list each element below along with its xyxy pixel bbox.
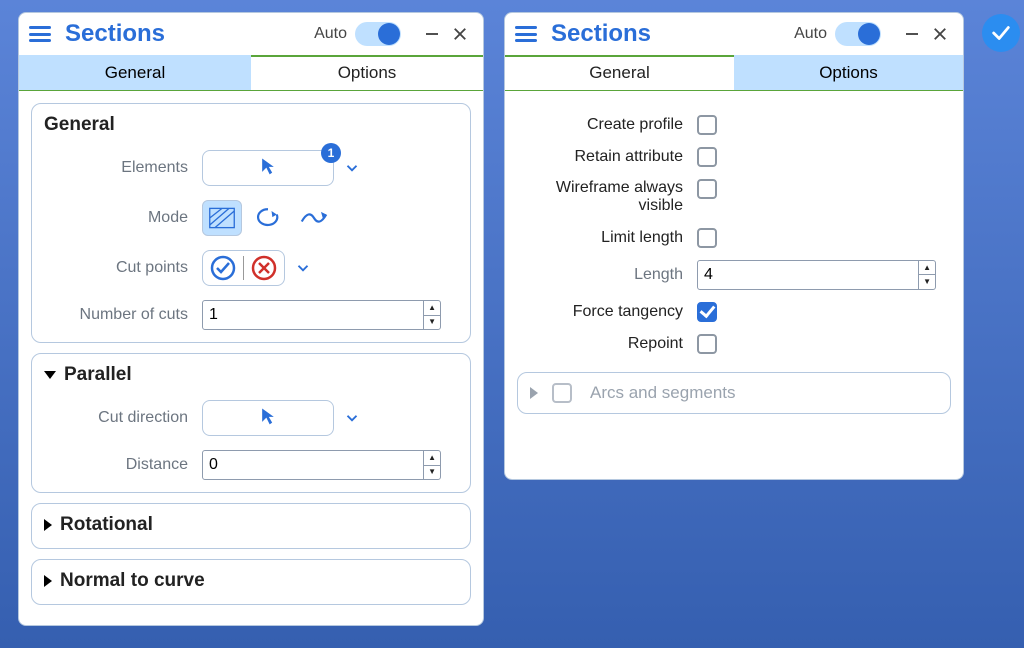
checkbox-repoint[interactable] <box>697 334 717 354</box>
mode-hatch-plane-icon[interactable] <box>202 200 242 236</box>
tab-general[interactable]: General <box>19 55 251 90</box>
sections-panel-general: Sections Auto General Options General El… <box>18 12 484 626</box>
cross-circle-icon <box>250 254 278 282</box>
group-title: Rotational <box>60 514 153 536</box>
cutpoints-selector[interactable] <box>202 250 285 286</box>
minimize-button[interactable] <box>901 23 923 45</box>
group-normal[interactable]: Normal to curve <box>31 559 471 605</box>
spin-up-icon[interactable]: ▲ <box>424 301 440 316</box>
disclosure-open-icon[interactable] <box>44 371 56 379</box>
hamburger-icon[interactable] <box>29 23 51 45</box>
label-retain-attribute: Retain attribute <box>517 148 697 166</box>
tab-bar: General Options <box>505 55 963 91</box>
group-arcs-segments[interactable]: Arcs and segments <box>517 372 951 414</box>
panel-body: General Elements 1 M <box>19 93 483 629</box>
distance-stepper[interactable]: ▲▼ <box>202 450 441 480</box>
label-cutpoints: Cut points <box>44 259 202 277</box>
panel-header: Sections Auto <box>505 13 963 57</box>
auto-toggle[interactable] <box>355 22 401 46</box>
label-cutdir: Cut direction <box>44 409 202 427</box>
cursor-icon <box>258 405 278 431</box>
mode-wave-icon[interactable] <box>294 200 334 236</box>
spin-down-icon[interactable]: ▼ <box>919 275 935 289</box>
panel-header: Sections Auto <box>19 13 483 57</box>
group-general: General Elements 1 M <box>31 103 471 343</box>
elements-picker[interactable]: 1 <box>202 150 334 186</box>
length-stepper[interactable]: ▲▼ <box>697 260 936 290</box>
group-title: General <box>44 114 115 136</box>
label-limit-length: Limit length <box>517 229 697 247</box>
group-title: Arcs and segments <box>590 383 736 403</box>
group-title: Normal to curve <box>60 570 205 592</box>
group-parallel: Parallel Cut direction Distance <box>31 353 471 493</box>
tab-bar: General Options <box>19 55 483 91</box>
elements-count-badge: 1 <box>321 143 341 163</box>
row-distance: Distance ▲▼ <box>44 450 458 480</box>
auto-label: Auto <box>314 25 347 43</box>
approve-fab-check-icon[interactable] <box>982 14 1020 52</box>
tab-general[interactable]: General <box>505 55 734 90</box>
row-create-profile: Create profile <box>517 115 951 135</box>
checkbox-retain-attribute[interactable] <box>697 147 717 167</box>
close-button[interactable] <box>929 23 951 45</box>
hamburger-icon[interactable] <box>515 23 537 45</box>
tab-options[interactable]: Options <box>734 55 963 90</box>
row-limit-length: Limit length <box>517 228 951 248</box>
disclosure-closed-icon[interactable] <box>44 575 52 587</box>
checkbox-create-profile[interactable] <box>697 115 717 135</box>
label-repoint: Repoint <box>517 335 697 353</box>
row-mode: Mode <box>44 200 458 236</box>
label-force-tangency: Force tangency <box>517 303 697 321</box>
checkbox-arcs-segments[interactable] <box>552 383 572 403</box>
sections-panel-options: Sections Auto General Options Create pro… <box>504 12 964 480</box>
label-distance: Distance <box>44 456 202 474</box>
mode-rotate-icon[interactable] <box>248 200 288 236</box>
row-wireframe: Wireframe always visible <box>517 179 951 216</box>
label-mode: Mode <box>44 209 202 227</box>
numcuts-input[interactable] <box>203 301 423 329</box>
row-numcuts: Number of cuts ▲▼ <box>44 300 458 330</box>
separator <box>243 256 244 280</box>
spin-up-icon[interactable]: ▲ <box>424 451 440 466</box>
disclosure-closed-icon[interactable] <box>44 519 52 531</box>
row-retain-attribute: Retain attribute <box>517 147 951 167</box>
panel-title: Sections <box>551 20 794 48</box>
tab-options[interactable]: Options <box>251 55 483 90</box>
cutpoints-chevron-down-icon[interactable] <box>291 256 315 280</box>
group-title: Parallel <box>64 364 132 386</box>
group-rotational[interactable]: Rotational <box>31 503 471 549</box>
label-wireframe: Wireframe always visible <box>517 179 697 216</box>
row-cutpoints: Cut points <box>44 250 458 286</box>
cutdir-picker[interactable] <box>202 400 334 436</box>
panel-title: Sections <box>65 20 314 48</box>
row-repoint: Repoint <box>517 334 951 354</box>
auto-toggle[interactable] <box>835 22 881 46</box>
checkbox-limit-length[interactable] <box>697 228 717 248</box>
elements-chevron-down-icon[interactable] <box>340 156 364 180</box>
row-elements: Elements 1 <box>44 150 458 186</box>
spin-down-icon[interactable]: ▼ <box>424 316 440 330</box>
label-length: Length <box>517 266 697 284</box>
label-elements: Elements <box>44 159 202 177</box>
checkbox-force-tangency[interactable] <box>697 302 717 322</box>
check-circle-icon <box>209 254 237 282</box>
row-cutdir: Cut direction <box>44 400 458 436</box>
numcuts-stepper[interactable]: ▲▼ <box>202 300 441 330</box>
spin-down-icon[interactable]: ▼ <box>424 466 440 480</box>
panel-body: Create profile Retain attribute Wirefram… <box>505 93 963 438</box>
disclosure-closed-icon[interactable] <box>530 387 538 399</box>
label-numcuts: Number of cuts <box>44 306 202 324</box>
distance-input[interactable] <box>203 451 423 479</box>
spin-up-icon[interactable]: ▲ <box>919 261 935 276</box>
row-force-tangency: Force tangency <box>517 302 951 322</box>
minimize-button[interactable] <box>421 23 443 45</box>
cursor-icon <box>258 155 278 181</box>
row-length: Length ▲▼ <box>517 260 951 290</box>
label-create-profile: Create profile <box>517 116 697 134</box>
close-button[interactable] <box>449 23 471 45</box>
length-input[interactable] <box>698 261 918 289</box>
checkbox-wireframe[interactable] <box>697 179 717 199</box>
cutdir-chevron-down-icon[interactable] <box>340 406 364 430</box>
auto-label: Auto <box>794 25 827 43</box>
